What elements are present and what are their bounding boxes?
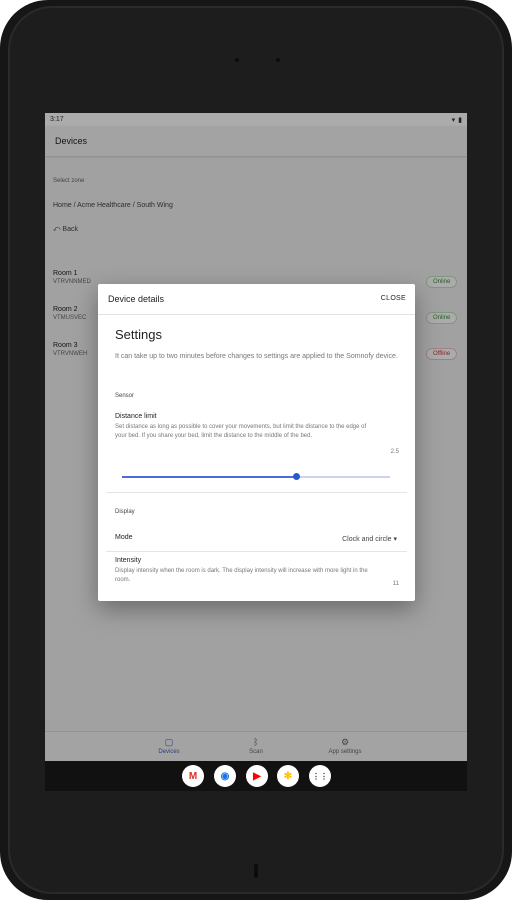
sensor-section-label: Sensor <box>115 393 135 399</box>
intensity-description: Display intensity when the room is dark.… <box>115 568 368 583</box>
slider-thumb[interactable] <box>292 473 300 480</box>
device-details-dialog: Device details CLOSE Settings It can tak… <box>98 284 415 601</box>
sensor-dot <box>276 58 280 62</box>
display-section-label: Display <box>115 509 135 515</box>
screen: 3:17 ▾ ▮ Devices Select zone Home / Acme… <box>45 113 467 791</box>
distance-limit-description: Set distance as long as possible to cove… <box>115 424 367 439</box>
slider-fill <box>122 476 297 478</box>
mode-label: Mode <box>115 534 133 541</box>
camera-icon <box>235 58 239 62</box>
gmail-icon[interactable]: M <box>182 765 204 787</box>
mode-dropdown[interactable]: Clock and circle ▾ <box>342 535 397 543</box>
dialog-header: Device details CLOSE <box>98 284 415 315</box>
divider <box>106 492 407 493</box>
app-dock: M ◉ ▶ ✻ ⋮⋮ <box>45 761 467 791</box>
chrome-icon[interactable]: ◉ <box>214 765 236 787</box>
distance-limit-title: Distance limit <box>115 413 157 420</box>
youtube-icon[interactable]: ▶ <box>246 765 268 787</box>
photos-icon[interactable]: ✻ <box>277 765 299 787</box>
divider <box>106 551 407 552</box>
home-indicator <box>254 864 258 878</box>
settings-heading: Settings <box>115 327 162 342</box>
intensity-title: Intensity <box>115 557 142 564</box>
distance-slider[interactable] <box>122 473 390 480</box>
settings-note: It can take up to two minutes before cha… <box>115 353 398 360</box>
app-drawer-icon[interactable]: ⋮⋮ <box>309 765 331 787</box>
distance-limit-value: 2.5 <box>390 449 399 455</box>
intensity-value: 11 <box>392 581 399 587</box>
tablet-frame: 3:17 ▾ ▮ Devices Select zone Home / Acme… <box>0 0 512 900</box>
dialog-title: Device details <box>108 294 165 304</box>
close-button[interactable]: CLOSE <box>381 295 406 302</box>
